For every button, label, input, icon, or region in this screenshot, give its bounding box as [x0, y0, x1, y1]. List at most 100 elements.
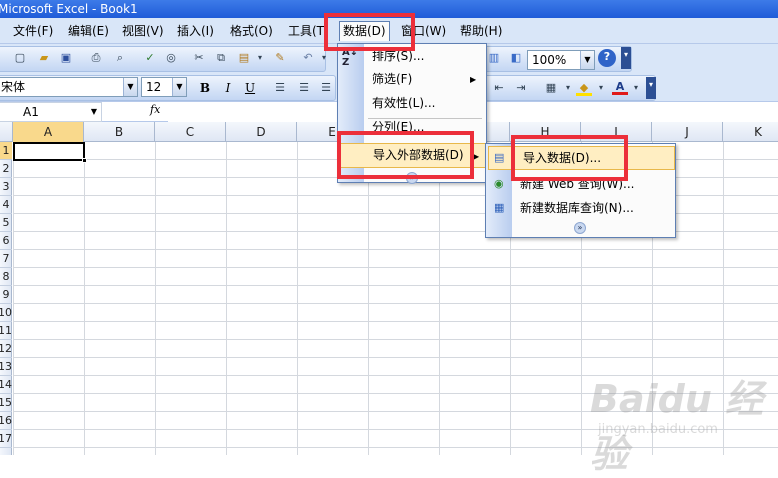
print-icon[interactable]: ⎙ [88, 50, 104, 66]
zoom-value: 100% [532, 53, 567, 67]
menu-file[interactable]: 文件(F) [10, 22, 56, 40]
row-header[interactable]: 11 [0, 322, 12, 340]
fill-color-dropdown-icon[interactable]: ▾ [593, 80, 609, 96]
column-header[interactable]: I [581, 122, 652, 142]
increase-indent-icon[interactable]: ⇥ [513, 80, 529, 96]
menu-data[interactable]: 数据(D) [339, 21, 390, 41]
row-header[interactable]: 9 [0, 286, 12, 304]
chart-wizard-icon[interactable]: ▥ [486, 50, 502, 66]
toolbar-options-icon[interactable]: ▾ [621, 47, 631, 69]
new-icon[interactable]: ▢ [12, 50, 28, 66]
menu-item-new-database-query[interactable]: 新建数据库查询(N)... [512, 197, 675, 219]
font-name-combo[interactable]: 宋体 ▼ [0, 77, 138, 97]
row-header[interactable]: 5 [0, 214, 12, 232]
row-header[interactable]: 13 [0, 358, 12, 376]
submenu-arrow-icon: ▶ [473, 152, 480, 161]
row-header[interactable]: 4 [0, 196, 12, 214]
row-header[interactable]: 1 [0, 142, 12, 160]
font-color-dropdown-icon[interactable]: ▾ [628, 80, 644, 96]
copy-icon[interactable]: ⧉ [213, 50, 229, 66]
help-icon[interactable]: ? [598, 49, 616, 67]
name-box-value: A1 [23, 105, 39, 119]
font-name-value: 宋体 [1, 80, 26, 94]
borders-icon[interactable]: ▦ [543, 80, 559, 96]
expand-menu-icon[interactable]: » [406, 172, 418, 184]
column-header[interactable]: D [226, 122, 297, 142]
column-header[interactable]: B [84, 122, 155, 142]
menu-format[interactable]: 格式(O) [227, 22, 276, 40]
open-icon[interactable]: ▰ [36, 50, 52, 66]
fill-handle[interactable] [82, 158, 87, 163]
expand-menu-icon[interactable]: » [574, 222, 586, 234]
align-right-icon[interactable]: ☰ [318, 80, 334, 96]
row-headers: 1 2 3 4 5 6 7 8 9 10 11 12 13 14 15 16 1… [0, 142, 12, 455]
import-data-icon: ▤ [494, 151, 505, 164]
menu-view[interactable]: 视图(V) [119, 22, 167, 40]
row-header[interactable]: 8 [0, 268, 12, 286]
web-query-icon: ◉ [494, 177, 504, 190]
menu-item-text-to-columns[interactable]: 分列(E)... [364, 120, 486, 134]
active-cell-a1[interactable] [13, 142, 85, 161]
paste-icon[interactable]: ▤ [236, 50, 252, 66]
decrease-indent-icon[interactable]: ⇤ [491, 80, 507, 96]
column-header[interactable]: H [510, 122, 581, 142]
menu-item-import-data[interactable]: 导入数据(D)... [488, 146, 675, 170]
column-header[interactable]: J [652, 122, 723, 142]
research-icon[interactable]: ◎ [163, 50, 179, 66]
row-header[interactable]: 16 [0, 412, 12, 430]
row-header[interactable]: 2 [0, 160, 12, 178]
toolbar-options-icon[interactable]: ▾ [646, 77, 656, 99]
print-preview-icon[interactable]: ⌕ [112, 50, 128, 66]
undo-dropdown-icon[interactable]: ▾ [316, 50, 332, 66]
italic-button[interactable]: I [219, 79, 237, 97]
data-menu: A↓ Z 排序(S)... 筛选(F) ▶ 有效性(L)... 分列(E)... … [337, 43, 487, 184]
align-left-icon[interactable]: ☰ [272, 80, 288, 96]
borders-dropdown-icon[interactable]: ▾ [560, 80, 576, 96]
menu-edit[interactable]: 编辑(E) [65, 22, 112, 40]
row-header[interactable]: 15 [0, 394, 12, 412]
row-header[interactable]: 10 [0, 304, 12, 322]
paste-dropdown-icon[interactable]: ▾ [252, 50, 268, 66]
font-size-combo[interactable]: 12 ▼ [141, 77, 187, 97]
menu-item-new-web-query[interactable]: 新建 Web 查询(W)... [512, 173, 675, 195]
menu-item-import-external-data[interactable]: 导入外部数据(D) [340, 143, 486, 168]
menu-window[interactable]: 窗口(W) [398, 22, 449, 40]
insert-function-icon[interactable]: fx [150, 103, 160, 116]
chevron-down-icon[interactable]: ▼ [87, 103, 101, 121]
submenu-arrow-icon: ▶ [470, 75, 477, 84]
select-all-corner[interactable] [0, 122, 13, 142]
menu-insert[interactable]: 插入(I) [174, 22, 217, 40]
zoom-combo[interactable]: 100% ▼ [527, 50, 595, 70]
chevron-down-icon[interactable]: ▼ [123, 78, 137, 96]
menu-item-filter[interactable]: 筛选(F) [364, 68, 486, 90]
undo-icon[interactable]: ↶ [300, 50, 316, 66]
align-center-icon[interactable]: ☰ [296, 80, 312, 96]
row-header[interactable]: 17 [0, 430, 12, 448]
column-header[interactable]: A [13, 122, 84, 142]
row-header[interactable]: 6 [0, 232, 12, 250]
row-header[interactable]: 3 [0, 178, 12, 196]
menu-tools[interactable]: 工具(T) [285, 22, 332, 40]
cut-icon[interactable]: ✂ [191, 50, 207, 66]
column-header[interactable]: C [155, 122, 226, 142]
row-header[interactable]: 7 [0, 250, 12, 268]
chevron-down-icon[interactable]: ▼ [172, 78, 186, 96]
underline-button[interactable]: U [241, 79, 259, 97]
window-title: Microsoft Excel - Book1 [0, 2, 138, 16]
format-painter-icon[interactable]: ✎ [272, 50, 288, 66]
fill-color-icon[interactable]: ◆ [576, 80, 592, 96]
name-box[interactable]: A1 ▼ [0, 102, 102, 122]
drawing-icon[interactable]: ◧ [508, 50, 524, 66]
menu-item-validation[interactable]: 有效性(L)... [364, 92, 486, 114]
chevron-down-icon[interactable]: ▼ [580, 51, 594, 69]
row-header[interactable]: 14 [0, 376, 12, 394]
menu-separator [368, 118, 482, 119]
spelling-icon[interactable]: ✓ [142, 50, 158, 66]
row-header[interactable]: 12 [0, 340, 12, 358]
menu-help[interactable]: 帮助(H) [457, 22, 505, 40]
menu-item-sort[interactable]: 排序(S)... [364, 45, 486, 67]
bold-button[interactable]: B [196, 79, 214, 97]
save-icon[interactable]: ▣ [58, 50, 74, 66]
column-header[interactable]: K [723, 122, 778, 142]
font-color-icon[interactable]: A [612, 79, 628, 95]
